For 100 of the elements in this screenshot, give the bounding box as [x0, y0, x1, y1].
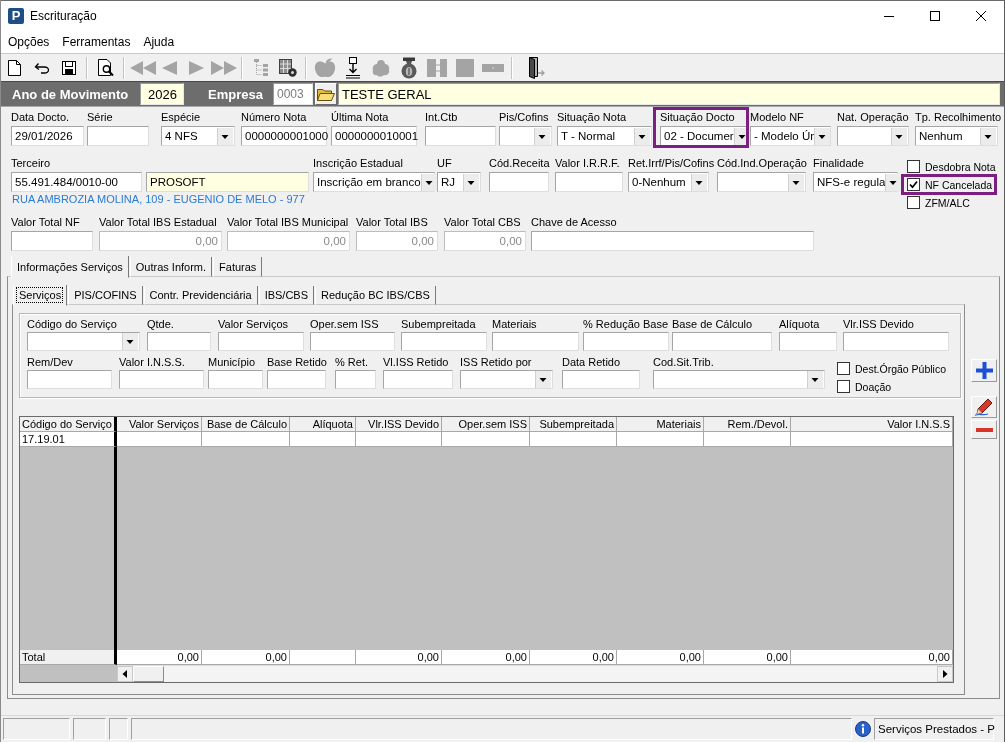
double-left-arrow-icon[interactable] [129, 60, 156, 75]
panel-icon[interactable] [427, 58, 447, 77]
undo-icon[interactable] [33, 61, 50, 74]
text-field[interactable]: 29/01/2026 [11, 126, 84, 146]
company-name-field: TESTE GERAL [338, 83, 1000, 105]
checkbox[interactable] [907, 160, 920, 173]
text-field[interactable] [11, 231, 93, 251]
status-message: Serviços Prestados - P [874, 718, 994, 740]
checkbox[interactable] [837, 362, 850, 375]
text-field[interactable]: 55.491.484/0010-00 [11, 172, 142, 192]
field-label: UF [437, 156, 452, 170]
scroll-right-icon[interactable] [937, 666, 953, 682]
checkbox[interactable] [907, 178, 920, 191]
window-title: Escrituração [30, 9, 97, 23]
text-field[interactable]: 0000000010001 [331, 126, 417, 146]
folder-button[interactable] [315, 83, 337, 105]
square-icon[interactable] [456, 58, 474, 77]
text-field[interactable] [401, 332, 487, 351]
tree-icon[interactable] [252, 59, 269, 76]
dropdown-field[interactable]: 02 - Documer [660, 126, 748, 146]
text-field[interactable] [672, 332, 772, 351]
double-right-arrow-icon[interactable] [210, 60, 237, 75]
table-gear-icon[interactable] [278, 58, 297, 77]
tab[interactable]: PIS/COFINS [68, 286, 143, 305]
bar-icon[interactable] [482, 63, 504, 72]
menu-item[interactable]: Ferramentas [57, 32, 136, 52]
tab[interactable]: Serviços [13, 285, 68, 306]
text-field[interactable] [218, 332, 304, 351]
scroll-left-icon[interactable] [117, 666, 133, 682]
tab[interactable]: Informações Serviços [11, 256, 129, 278]
dropdown-field[interactable] [717, 172, 806, 192]
dropdown-field[interactable]: NFS-e regula [813, 172, 898, 192]
tab[interactable]: Contr. Previdenciária [143, 286, 258, 305]
tab[interactable]: Faturas [213, 257, 263, 277]
field-label: Vl.ISS Retido [383, 355, 449, 369]
text-field[interactable] [843, 332, 949, 351]
dropdown-field[interactable] [837, 126, 909, 146]
dropdown-field[interactable]: RJ [437, 172, 481, 192]
apple-icon[interactable] [314, 57, 336, 78]
total-cell: 0,00 [617, 650, 704, 665]
checkbox[interactable] [837, 380, 850, 393]
close-icon[interactable] [976, 11, 986, 21]
dropdown-field[interactable] [27, 332, 140, 351]
text-field[interactable] [583, 332, 669, 351]
dropdown-field[interactable]: 4 NFS [161, 126, 235, 146]
total-cell: 0,00 [202, 650, 290, 665]
checkbox[interactable] [907, 196, 920, 209]
tab[interactable]: Redução BC IBS/CBS [315, 286, 436, 305]
column-header: Código do Serviço [20, 417, 117, 432]
edit-button[interactable] [971, 396, 997, 418]
text-field[interactable] [310, 332, 395, 351]
text-field[interactable] [208, 370, 263, 389]
text-field[interactable] [489, 172, 549, 192]
field-label: Cód.Receita [489, 156, 550, 170]
dropdown-field[interactable]: - Modelo Úr [750, 126, 831, 146]
text-field[interactable] [267, 370, 326, 389]
horizontal-scrollbar[interactable] [117, 665, 953, 682]
maximize-icon[interactable] [930, 11, 940, 21]
menu-item[interactable]: Ajuda [138, 32, 180, 52]
dropdown-field[interactable] [653, 370, 825, 389]
download-icon[interactable] [346, 56, 360, 79]
dropdown-field[interactable] [499, 126, 552, 146]
field-label: Ret.Irrf/Pis/Cofins [628, 156, 715, 170]
table-cell: 17.19.01 [20, 432, 117, 447]
menu-item[interactable]: Opções [3, 32, 55, 52]
text-field[interactable] [383, 370, 453, 389]
text-field[interactable] [492, 332, 579, 351]
year-field[interactable]: 2026 [140, 83, 184, 105]
minimize-icon[interactable] [884, 15, 894, 17]
text-field[interactable] [27, 370, 112, 389]
field-label: Valor Serviços [218, 317, 289, 331]
cloud-icon[interactable] [372, 58, 390, 77]
dropdown-field[interactable] [460, 370, 553, 389]
text-field[interactable] [531, 231, 814, 251]
tab[interactable]: IBS/CBS [258, 286, 315, 305]
tab[interactable]: Outras Inform. [129, 257, 213, 277]
text-field[interactable] [562, 370, 640, 389]
text-field[interactable] [147, 332, 211, 351]
text-field[interactable] [555, 172, 623, 192]
field-label: Valor Total NF [11, 215, 80, 229]
left-arrow-icon[interactable] [162, 60, 177, 75]
right-arrow-icon[interactable] [189, 60, 204, 75]
save-icon[interactable] [61, 60, 76, 75]
dropdown-field[interactable]: Nenhum [915, 126, 998, 146]
dropdown-field[interactable]: Inscrição em branco [313, 172, 435, 192]
text-field[interactable] [425, 126, 496, 146]
text-field[interactable] [119, 370, 204, 389]
text-field[interactable] [779, 332, 837, 351]
text-field[interactable]: 0000000001000 [241, 126, 327, 146]
scrollbar-thumb[interactable] [133, 666, 164, 682]
money-bag-icon[interactable] [399, 56, 419, 79]
document-icon[interactable] [8, 59, 21, 76]
exit-door-icon[interactable] [526, 56, 546, 79]
text-field[interactable] [87, 126, 149, 146]
print-preview-icon[interactable] [97, 59, 114, 76]
add-button[interactable] [971, 359, 997, 382]
dropdown-field[interactable]: 0-Nenhum [628, 172, 709, 192]
dropdown-field[interactable]: T - Normal [557, 126, 652, 146]
text-field[interactable] [335, 370, 376, 389]
remove-button[interactable] [971, 420, 997, 439]
